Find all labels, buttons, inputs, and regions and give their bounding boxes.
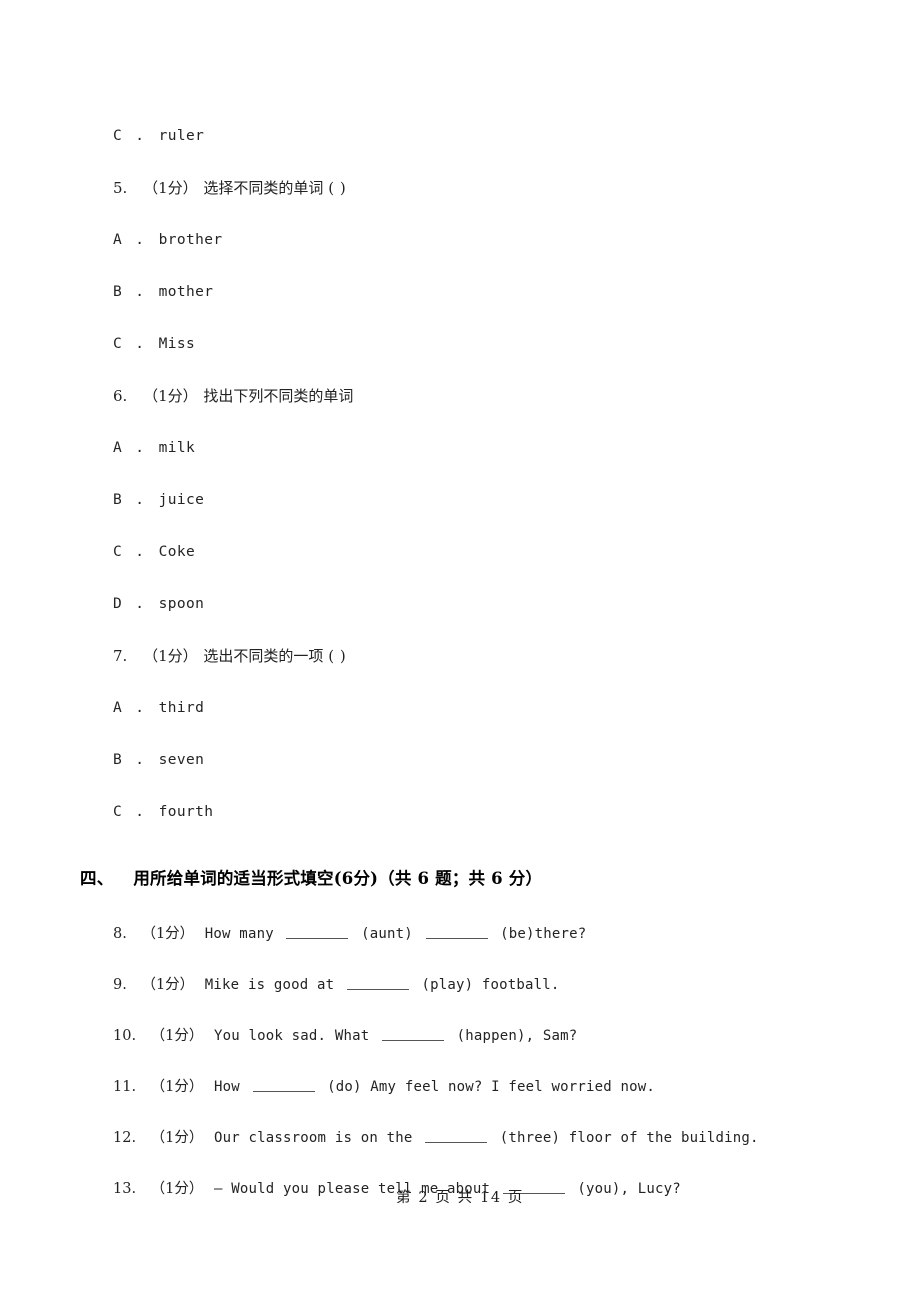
option-dot: .	[135, 700, 145, 716]
section-title: 用所给单词的适当形式填空(6分)（共 6 题；共 6 分）	[133, 869, 543, 888]
question-text: 选出不同类的一项	[203, 647, 324, 665]
question-body: Mike is good at (play) football.	[204, 976, 560, 993]
answer-parentheses: ( )	[328, 179, 347, 197]
question-score: （1分）	[150, 1079, 204, 1095]
option-dot: .	[135, 128, 145, 144]
option-text: seven	[158, 752, 205, 768]
option-text: milk	[158, 440, 196, 456]
option-text: brother	[158, 232, 223, 248]
option-text: fourth	[158, 804, 214, 820]
option-dot: .	[135, 440, 145, 456]
question-text: 找出下列不同类的单词	[203, 387, 354, 405]
option-letter: C	[113, 544, 123, 560]
fill-blank-row: 9. （1分） Mike is good at (play) football.	[113, 960, 920, 1011]
section-heading: 四、 用所给单词的适当形式填空(6分)（共 6 题；共 6 分）	[80, 857, 920, 901]
option-letter: A	[113, 700, 123, 716]
option-row: C . Miss	[113, 318, 920, 370]
option-letter: B	[113, 752, 123, 768]
option-letter: C	[113, 804, 123, 820]
fill-blank-row: 12. （1分） Our classroom is on the (three)…	[113, 1113, 920, 1164]
answer-blank[interactable]	[425, 925, 488, 939]
question-body: You look sad. What (happen), Sam?	[214, 1027, 578, 1044]
fill-blank-row: 11. （1分） How (do) Amy feel now? I feel w…	[113, 1062, 920, 1113]
question-number: 6.	[113, 387, 128, 405]
question-score: （1分）	[143, 387, 198, 405]
section-number: 四、	[80, 869, 114, 888]
option-dot: .	[135, 752, 145, 768]
option-letter: B	[113, 284, 123, 300]
exam-page: C . ruler 5. （1分） 选择不同类的单词 ( ) A . broth…	[0, 0, 920, 1302]
option-dot: .	[135, 492, 145, 508]
option-text: mother	[158, 284, 214, 300]
option-dot: .	[135, 336, 145, 352]
option-row: A . third	[113, 682, 920, 734]
question-score: （1分）	[150, 1028, 204, 1044]
answer-blank[interactable]	[425, 1129, 488, 1143]
question-body: Our classroom is on the (three) floor of…	[214, 1129, 759, 1146]
question-body: How many (aunt) (be)there?	[204, 925, 587, 942]
option-letter: C	[113, 336, 123, 352]
fill-blank-row: 8. （1分） How many (aunt) (be)there?	[113, 909, 920, 960]
option-dot: .	[135, 804, 145, 820]
question-score: （1分）	[141, 977, 195, 993]
option-row: A . milk	[113, 422, 920, 474]
question-body: How (do) Amy feel now? I feel worried no…	[214, 1078, 656, 1095]
fill-blank-row: 10. （1分） You look sad. What (happen), Sa…	[113, 1011, 920, 1062]
option-row: A . brother	[113, 214, 920, 266]
question-score: （1分）	[143, 179, 198, 197]
option-row: C . fourth	[113, 786, 920, 838]
question-number: 8.	[113, 926, 127, 942]
question-number: 7.	[113, 647, 128, 665]
question-score: （1分）	[141, 926, 195, 942]
answer-parentheses: ( )	[328, 647, 347, 665]
option-dot: .	[135, 596, 145, 612]
option-text: juice	[158, 492, 205, 508]
option-text: ruler	[158, 128, 205, 144]
option-row: C . Coke	[113, 526, 920, 578]
option-letter: D	[113, 596, 123, 612]
option-row: B . seven	[113, 734, 920, 786]
option-letter: A	[113, 232, 123, 248]
question-number: 5.	[113, 179, 128, 197]
question-number: 11.	[113, 1079, 137, 1095]
question-stem: 5. （1分） 选择不同类的单词 ( )	[113, 162, 920, 214]
option-letter: C	[113, 128, 123, 144]
option-row: C . ruler	[113, 110, 920, 162]
option-row: B . juice	[113, 474, 920, 526]
option-text: spoon	[158, 596, 205, 612]
question-number: 10.	[113, 1028, 137, 1044]
option-letter: B	[113, 492, 123, 508]
answer-blank[interactable]	[381, 1027, 444, 1041]
question-stem: 7. （1分） 选出不同类的一项 ( )	[113, 630, 920, 682]
question-number: 12.	[113, 1130, 137, 1146]
question-score: （1分）	[143, 647, 198, 665]
option-row: B . mother	[113, 266, 920, 318]
question-stem: 6. （1分） 找出下列不同类的单词	[113, 370, 920, 422]
question-text: 选择不同类的单词	[203, 179, 324, 197]
option-text: third	[158, 700, 205, 716]
answer-blank[interactable]	[252, 1078, 315, 1092]
option-dot: .	[135, 232, 145, 248]
answer-blank[interactable]	[346, 976, 409, 990]
option-text: Coke	[158, 544, 196, 560]
page-footer: 第 2 页 共 14 页	[396, 1190, 524, 1206]
option-dot: .	[135, 284, 145, 300]
option-row: D . spoon	[113, 578, 920, 630]
option-dot: .	[135, 544, 145, 560]
option-text: Miss	[158, 336, 196, 352]
question-number: 9.	[113, 977, 127, 993]
answer-blank[interactable]	[286, 925, 349, 939]
option-letter: A	[113, 440, 123, 456]
question-score: （1分）	[150, 1130, 204, 1146]
